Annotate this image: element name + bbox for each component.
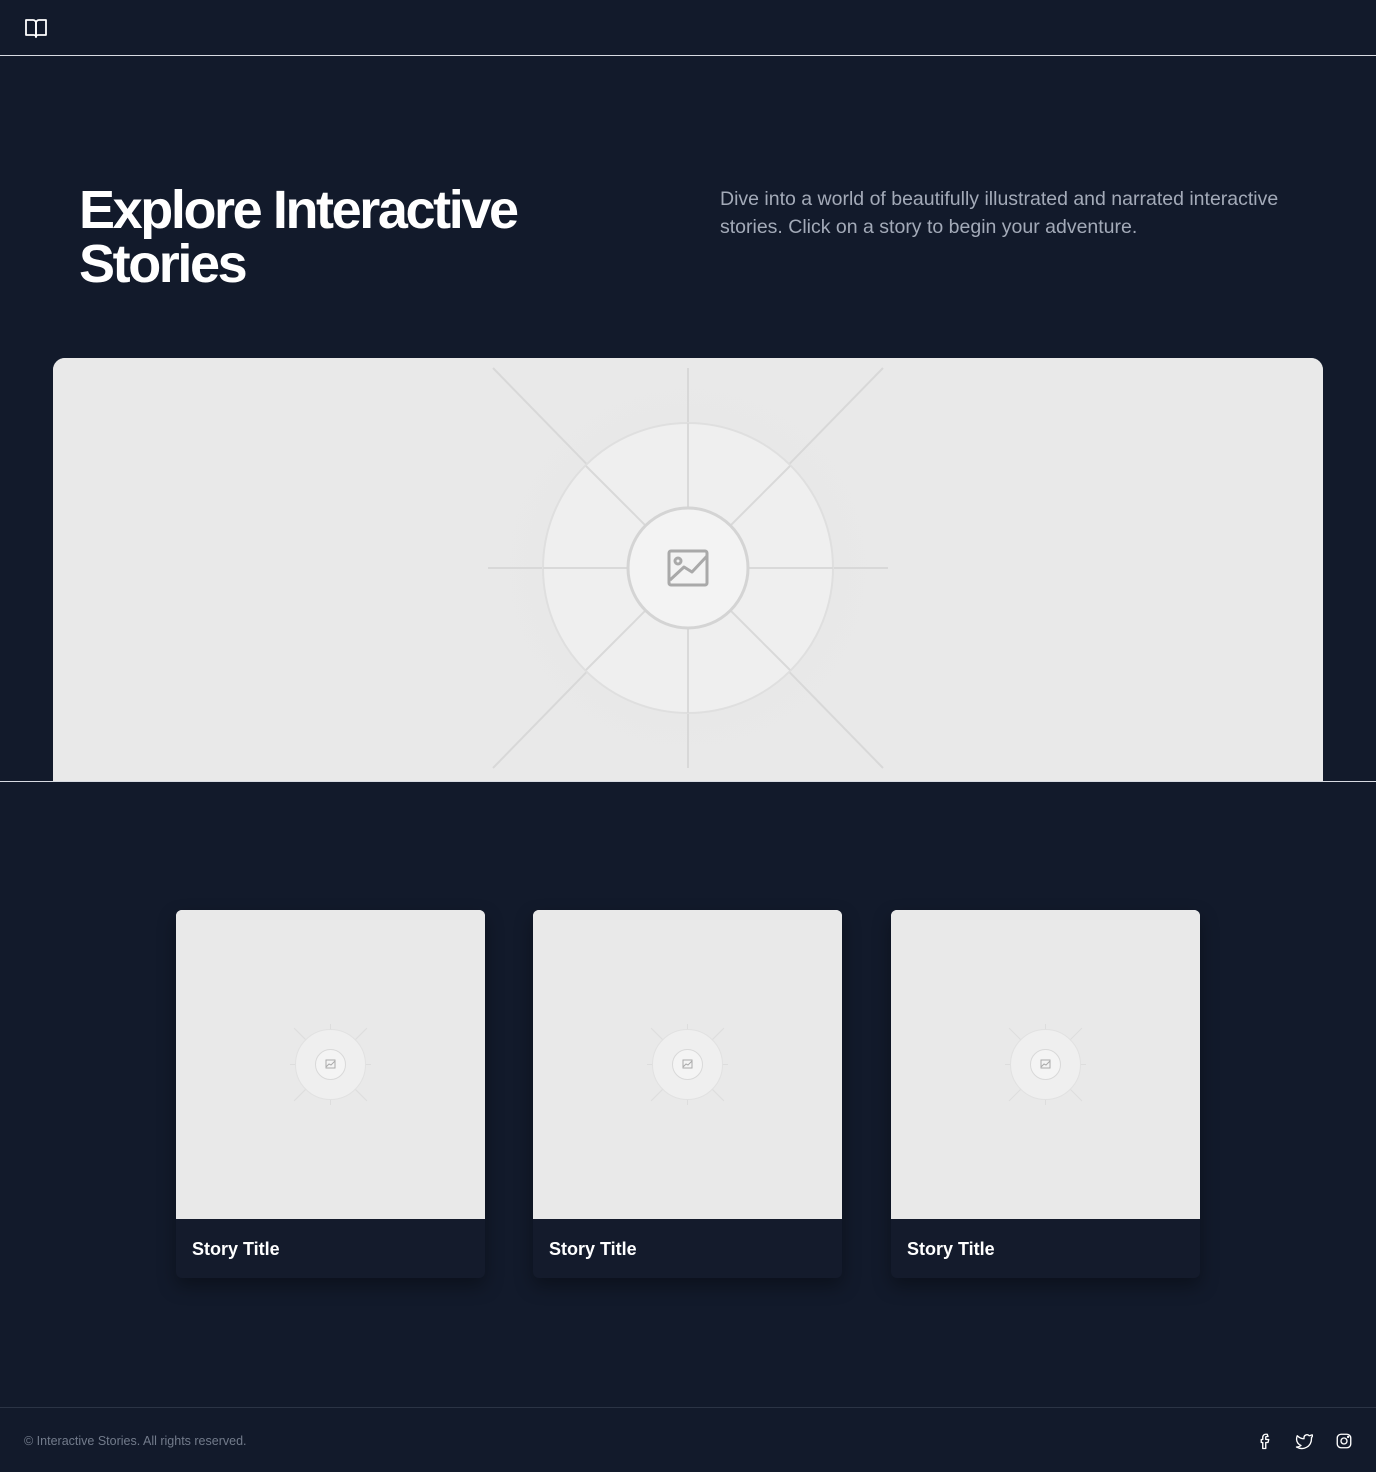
story-image[interactable] xyxy=(891,910,1200,1219)
page-footer: © Interactive Stories. All rights reserv… xyxy=(0,1407,1376,1472)
story-card[interactable]: Story Title xyxy=(533,910,842,1278)
hero-description: Dive into a world of beautifully illustr… xyxy=(720,188,1279,238)
instagram-icon[interactable] xyxy=(1335,1432,1353,1450)
page-title: Explore Interactive Stories xyxy=(79,180,519,294)
story-title[interactable]: Story Title xyxy=(549,1237,637,1261)
featured-story-image[interactable] xyxy=(53,358,1323,781)
copyright-text: © Interactive Stories. All rights reserv… xyxy=(24,1434,247,1448)
story-title[interactable]: Story Title xyxy=(907,1237,995,1261)
image-placeholder-icon xyxy=(891,910,1200,1219)
story-card[interactable]: Story Title xyxy=(176,910,485,1278)
section-divider xyxy=(0,781,1376,782)
story-title[interactable]: Story Title xyxy=(192,1237,280,1261)
top-navigation xyxy=(0,0,1376,56)
story-image[interactable] xyxy=(533,910,842,1219)
image-placeholder-icon xyxy=(533,910,842,1219)
image-placeholder-icon xyxy=(53,358,1323,781)
story-card[interactable]: Story Title xyxy=(891,910,1200,1278)
open-book-icon[interactable] xyxy=(24,16,48,40)
twitter-icon[interactable] xyxy=(1295,1432,1313,1450)
story-image[interactable] xyxy=(176,910,485,1219)
image-placeholder-icon xyxy=(176,910,485,1219)
facebook-icon[interactable] xyxy=(1256,1432,1274,1450)
